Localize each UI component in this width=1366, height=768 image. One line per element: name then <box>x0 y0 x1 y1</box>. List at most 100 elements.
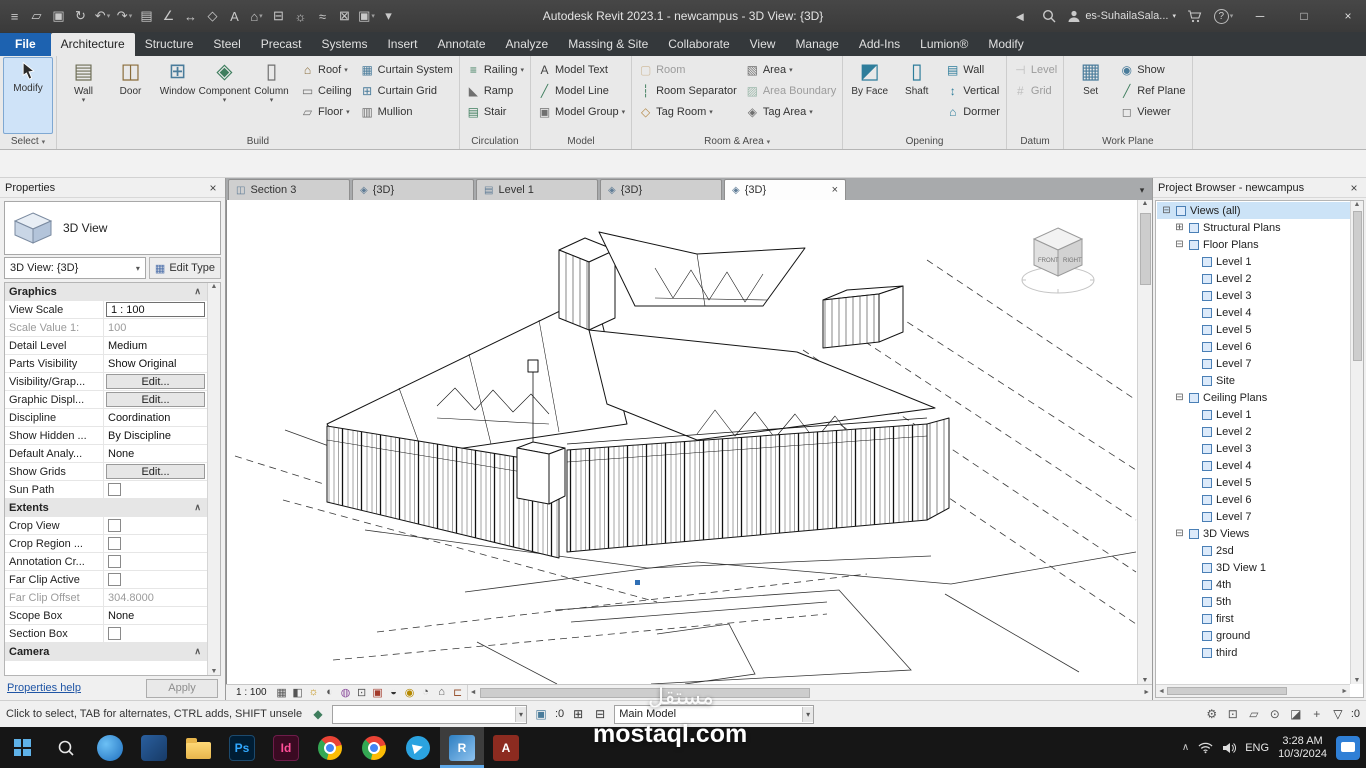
wifi-icon[interactable] <box>1198 741 1213 754</box>
browser-item[interactable]: Level 1 <box>1157 253 1350 270</box>
ribbon-button[interactable]: ↕ Vertical <box>942 81 1003 101</box>
taskbar-autocad[interactable]: A <box>484 727 528 768</box>
panel-label-circulation[interactable]: Circulation <box>463 134 527 149</box>
ribbon-tab[interactable]: Systems <box>311 33 377 56</box>
property-row[interactable]: Extents ∧ <box>5 499 207 517</box>
ribbon-tab[interactable]: Analyze <box>496 33 559 56</box>
select-by-face-icon[interactable]: ◪ <box>1288 707 1304 721</box>
property-row[interactable]: Scale Value 1: 100 <box>5 319 207 337</box>
scroll-right-icon[interactable]: ► <box>1143 689 1150 696</box>
property-row[interactable]: Scope Box None <box>5 607 207 625</box>
ribbon-button[interactable]: ◉ Show <box>1116 60 1188 80</box>
ribbon-button[interactable]: ◈ Tag Area ▾ <box>742 102 839 122</box>
taskbar-file-explorer[interactable] <box>176 727 220 768</box>
view-tab[interactable]: ◈ {3D} <box>352 179 474 200</box>
ribbon-button[interactable]: ▤ Stair <box>463 102 527 122</box>
group-collapse-icon[interactable]: ∧ <box>194 502 207 513</box>
viewcube-front-label[interactable]: FRONT <box>1038 258 1059 264</box>
collapse-icon[interactable]: ◄ <box>1009 5 1030 27</box>
tag-icon[interactable]: ◇ <box>202 5 223 27</box>
property-row[interactable]: Show Hidden ... By Discipline <box>5 427 207 445</box>
ribbon-tab[interactable]: Annotate <box>427 33 495 56</box>
property-row[interactable]: Section Box <box>5 625 207 643</box>
panel-label-select[interactable]: Select ▾ <box>3 134 53 149</box>
browser-item[interactable]: 2sd <box>1157 542 1350 559</box>
scroll-up-icon[interactable]: ▲ <box>1142 200 1149 207</box>
property-value[interactable]: Edit... <box>106 392 205 407</box>
ribbon-button[interactable]: ┆ Room Separator <box>635 81 740 101</box>
tree-expander-icon[interactable]: ⊟ <box>1174 392 1185 403</box>
property-value[interactable]: Edit... <box>106 374 205 389</box>
press-drag-icon[interactable]: ◆ <box>310 707 326 721</box>
property-value[interactable]: Medium <box>104 338 207 354</box>
ribbon-button[interactable]: ◫ Door <box>107 57 154 134</box>
close-properties-icon[interactable]: × <box>206 181 220 195</box>
tray-expand-icon[interactable]: ∧ <box>1182 742 1189 753</box>
browser-item[interactable]: Level 3 <box>1157 287 1350 304</box>
ribbon-button[interactable]: ▱ Floor ▾ <box>297 102 355 122</box>
view-tab[interactable]: ◈ {3D} <box>600 179 722 200</box>
ribbon-button[interactable]: ◩ By Face <box>846 57 893 134</box>
render-icon[interactable]: ☼ <box>290 5 311 27</box>
property-row[interactable]: View Scale 1 : 100 <box>5 301 207 319</box>
property-value[interactable] <box>104 572 207 588</box>
browser-item[interactable]: 5th <box>1157 593 1350 610</box>
browser-horizontal-scrollbar[interactable]: ◄ ► <box>1156 684 1350 697</box>
clock[interactable]: 3:28 AM 10/3/2024 <box>1278 735 1327 761</box>
customize-qat-icon[interactable]: ▾ <box>378 5 399 27</box>
instance-selector[interactable]: 3D View: {3D} ▾ <box>4 257 146 279</box>
app-menu-icon[interactable]: ≡ <box>4 5 25 27</box>
property-value[interactable] <box>104 536 207 552</box>
ribbon-button[interactable]: ◇ Tag Room ▾ <box>635 102 740 122</box>
browser-item[interactable]: Site <box>1157 372 1350 389</box>
help-button[interactable]: ? ▾ <box>1213 5 1234 27</box>
open-icon[interactable]: ▱ <box>26 5 47 27</box>
displaced-elements-icon[interactable]: ⌂ <box>434 686 450 699</box>
scrollbar-thumb[interactable] <box>1166 687 1287 695</box>
property-row[interactable]: Annotation Cr... <box>5 553 207 571</box>
3d-model-wireframe[interactable] <box>227 200 1138 684</box>
scroll-left-icon[interactable]: ◄ <box>1158 688 1165 695</box>
ribbon-button[interactable]: ▤ Wall ▾ <box>60 57 107 134</box>
3d-view-icon[interactable]: ⌂ ▾ <box>246 5 267 27</box>
sync-icon[interactable]: ↻ <box>70 5 91 27</box>
thin-lines-icon[interactable]: ≈ <box>312 5 333 27</box>
property-row[interactable]: Camera ∧ <box>5 643 207 661</box>
scroll-down-icon[interactable]: ▼ <box>1142 677 1149 684</box>
store-cart-icon[interactable] <box>1184 5 1205 27</box>
editing-requests-icon[interactable]: ▣ <box>533 707 549 721</box>
notification-icon[interactable] <box>1336 735 1360 760</box>
maximize-button[interactable]: □ <box>1286 0 1322 32</box>
select-pinned-icon[interactable]: ⊙ <box>1267 707 1283 721</box>
print-icon[interactable]: ▤ <box>136 5 157 27</box>
horizontal-scrollbar[interactable]: ◄ ► <box>466 685 1152 700</box>
property-value[interactable] <box>104 518 207 534</box>
view-cube[interactable]: FRONT RIGHT <box>1016 216 1100 304</box>
view-tab[interactable]: ◫ Section 3 <box>228 179 350 200</box>
ribbon-tab[interactable]: Massing & Site <box>558 33 658 56</box>
browser-vertical-scrollbar[interactable]: ▲ ▼ <box>1350 201 1363 684</box>
panel-label-model[interactable]: Model <box>534 134 628 149</box>
ribbon-tab[interactable]: Collaborate <box>658 33 739 56</box>
taskbar-chrome[interactable] <box>308 727 352 768</box>
tree-expander-icon[interactable]: ⊟ <box>1161 205 1172 216</box>
browser-item[interactable]: first <box>1157 610 1350 627</box>
ribbon-tab[interactable]: Steel <box>203 33 250 56</box>
property-row[interactable]: Far Clip Active <box>5 571 207 589</box>
property-value[interactable]: 1 : 100 <box>106 302 205 317</box>
tree-expander-icon[interactable]: ⊟ <box>1174 528 1185 539</box>
scroll-up-icon[interactable]: ▲ <box>211 283 218 290</box>
browser-item[interactable]: ⊟ 3D Views <box>1157 525 1350 542</box>
browser-item[interactable]: Level 4 <box>1157 304 1350 321</box>
scroll-up-icon[interactable]: ▲ <box>1354 201 1361 208</box>
browser-item[interactable]: ⊟ Floor Plans <box>1157 236 1350 253</box>
user-account[interactable]: es-SuhailaSala... ▾ <box>1067 9 1176 23</box>
close-hidden-icon[interactable]: ⊠ <box>334 5 355 27</box>
drag-on-selection-icon[interactable]: + <box>1309 707 1325 721</box>
ribbon-button[interactable]: ◻ Viewer <box>1116 102 1188 122</box>
drawing-area[interactable]: FRONT RIGHT ▲ ▼ <box>226 200 1152 684</box>
scroll-down-icon[interactable]: ▼ <box>1354 677 1361 684</box>
property-row[interactable]: Crop View <box>5 517 207 535</box>
temporary-view-properties-icon[interactable]: ◔ <box>418 686 434 699</box>
property-row[interactable]: Far Clip Offset 304.8000 <box>5 589 207 607</box>
